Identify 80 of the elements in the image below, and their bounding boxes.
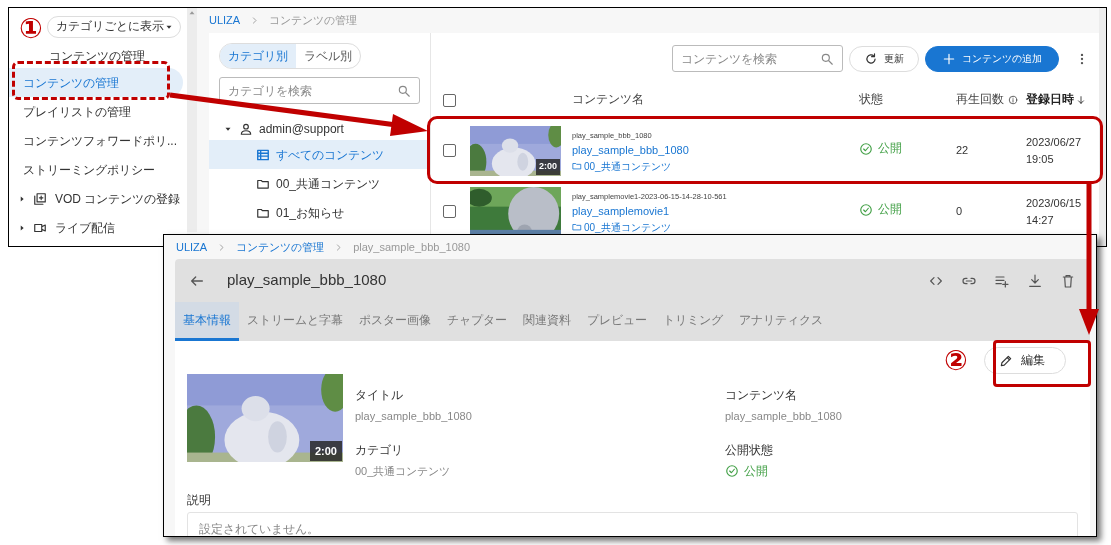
breadcrumb-link[interactable]: ULIZA xyxy=(209,12,241,29)
play-count: 0 xyxy=(956,205,963,218)
pencil-icon xyxy=(999,353,1013,368)
category-link[interactable]: 00_共通コンテンツ xyxy=(572,219,671,235)
add-content-button[interactable]: コンテンツの追加 xyxy=(925,45,1059,72)
tab[interactable]: チャプター xyxy=(439,302,515,341)
tab[interactable]: ポスター画像 xyxy=(351,302,439,341)
edit-button[interactable]: 編集 xyxy=(984,347,1066,374)
field-label: 説明 xyxy=(187,492,211,507)
check-circle-icon xyxy=(725,464,739,479)
tab[interactable]: トリミング xyxy=(655,302,731,341)
scrollbar[interactable] xyxy=(1099,8,1106,246)
refresh-icon xyxy=(864,51,878,66)
segment-tab[interactable]: ラベル別 xyxy=(296,44,360,68)
trash-icon[interactable] xyxy=(1060,272,1076,289)
sidebar-item[interactable]: ストリーミングポリシー xyxy=(9,155,183,184)
duration-badge: 2:00 xyxy=(536,159,560,175)
status-label: 公開 xyxy=(725,462,768,480)
breadcrumb-link[interactable]: コンテンツの管理 xyxy=(236,238,325,256)
column-header: 状態 xyxy=(859,93,883,106)
column-header: コンテンツ名 xyxy=(572,93,644,106)
page-title: play_sample_bbb_1080 xyxy=(227,270,388,291)
search-field[interactable]: カテゴリを検索 xyxy=(219,77,420,104)
sidebar-group[interactable]: VOD コンテンツの登録 xyxy=(9,184,187,213)
play-count: 22 xyxy=(956,144,969,157)
description-box: 設定されていません。 xyxy=(187,511,1078,536)
search-icon xyxy=(397,83,411,98)
sidebar-item[interactable]: コンテンツの管理 xyxy=(9,68,183,97)
sidebar-item[interactable]: プレイリストの管理 xyxy=(9,97,183,126)
tab[interactable]: アナリティクス xyxy=(731,302,831,341)
chevron-right-icon xyxy=(250,16,260,25)
content-title-link[interactable]: play_samplemovie1 xyxy=(572,205,670,217)
content-title-link[interactable]: play_sample_bbb_1080 xyxy=(572,144,689,156)
tree-item[interactable]: 01_お知らせ xyxy=(209,198,430,227)
field-label: カテゴリ xyxy=(355,442,403,457)
segment-tab[interactable]: カテゴリ別 xyxy=(220,44,296,68)
check-circle-icon xyxy=(859,142,873,157)
search-icon xyxy=(820,51,834,66)
tab[interactable]: ストリームと字幕 xyxy=(239,302,351,341)
breadcrumb-current: play_sample_bbb_1080 xyxy=(353,239,470,255)
field-value: play_sample_bbb_1080 xyxy=(355,410,472,422)
folder-icon xyxy=(572,161,582,171)
tab[interactable]: 基本情報 xyxy=(175,302,239,341)
breadcrumb-current: コンテンツの管理 xyxy=(269,13,358,29)
field-value: 00_共通コンテンツ xyxy=(355,464,451,477)
field-label: タイトル xyxy=(355,388,403,402)
tab[interactable]: プレビュー xyxy=(579,302,655,341)
plus-icon xyxy=(942,51,956,66)
check-circle-icon xyxy=(859,203,873,218)
field-label: コンテンツ名 xyxy=(725,388,797,402)
tree-item[interactable]: 00_共通コンテンツ xyxy=(209,169,430,198)
refresh-button[interactable]: 更新 xyxy=(849,45,919,72)
chevron-right-icon xyxy=(334,242,344,252)
field-label: 公開状態 xyxy=(725,442,773,457)
checkbox[interactable] xyxy=(443,205,456,218)
status-label: 公開 xyxy=(859,140,902,158)
sidebar-item[interactable]: コンテンツフォワードポリ... xyxy=(9,126,183,155)
tab[interactable]: 関連資料 xyxy=(515,302,579,341)
date-text: 2023/06/15 xyxy=(1026,197,1082,209)
field-value: play_sample_bbb_1080 xyxy=(725,410,842,422)
date-text: 2023/06/27 xyxy=(1026,136,1082,148)
checkbox[interactable] xyxy=(443,144,456,157)
column-header: 再生回数 xyxy=(956,91,1018,109)
time-text: 14:27 xyxy=(1026,213,1054,226)
tree-item[interactable]: すべてのコンテンツ xyxy=(209,140,430,169)
sidebar-heading[interactable]: コンテンツの管理 xyxy=(9,44,187,68)
add-box-icon xyxy=(33,191,47,206)
chevron-right-icon xyxy=(217,242,227,252)
folder-icon xyxy=(572,222,582,232)
scrollbar[interactable] xyxy=(187,8,197,232)
list-icon xyxy=(256,147,270,162)
search-field[interactable]: コンテンツを検索 xyxy=(672,45,843,72)
download-icon[interactable] xyxy=(1027,272,1043,289)
status-label: 公開 xyxy=(859,201,902,219)
time-text: 19:05 xyxy=(1026,152,1054,165)
user-icon xyxy=(239,122,253,136)
column-header[interactable]: 登録日時 xyxy=(1026,91,1086,109)
tree-item[interactable]: admin@support xyxy=(209,118,430,140)
category-link[interactable]: 00_共通コンテンツ xyxy=(572,158,671,174)
checkbox[interactable] xyxy=(443,93,456,107)
